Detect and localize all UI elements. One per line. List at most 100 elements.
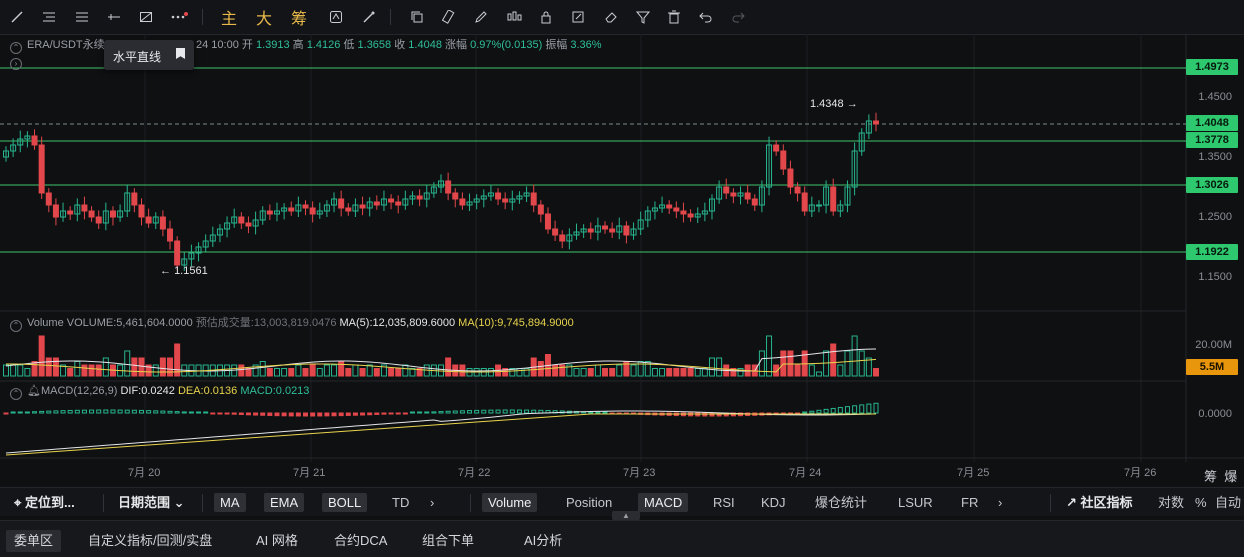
candle-body xyxy=(67,210,74,215)
macd-histogram-bar xyxy=(181,411,187,414)
lsur-indicator[interactable]: LSUR xyxy=(892,493,939,512)
parallel-lines-icon[interactable] xyxy=(71,6,93,28)
volume-bar xyxy=(616,364,623,377)
copy-icon[interactable] xyxy=(406,6,428,28)
shape-icon[interactable] xyxy=(135,6,157,28)
filter-icon[interactable] xyxy=(632,6,654,28)
tab-custom-indicators[interactable]: 自定义指标/回测/实盘 xyxy=(80,530,220,552)
ruler-icon[interactable] xyxy=(438,6,460,28)
volume-bar xyxy=(873,368,879,377)
horizontal-lines-icon[interactable] xyxy=(38,6,60,28)
undo-icon[interactable] xyxy=(695,6,717,28)
tab-combo-order[interactable]: 组合下单 xyxy=(414,530,482,552)
chip-distribution-toggle[interactable]: 筹 xyxy=(288,6,310,28)
chip-toggle[interactable]: 筹 xyxy=(1204,469,1217,484)
trash-icon[interactable] xyxy=(663,6,685,28)
redo-icon[interactable] xyxy=(727,6,749,28)
chevron-right-icon[interactable]: › xyxy=(992,493,1008,512)
volume-bar xyxy=(602,368,609,377)
tab-orders[interactable]: 委单区 xyxy=(6,530,62,552)
volume-bar xyxy=(666,368,673,377)
candle-body xyxy=(609,228,616,233)
fr-indicator[interactable]: FR xyxy=(955,493,984,512)
macd-histogram-bar xyxy=(295,412,301,417)
chevron-right-icon[interactable]: › xyxy=(424,493,440,512)
volume-bar xyxy=(680,368,687,377)
tab-ai-grid[interactable]: AI 网格 xyxy=(248,530,306,552)
level-label-5[interactable]: 1.1922 xyxy=(1186,244,1238,260)
macd-histogram-bar xyxy=(431,411,437,414)
log-scale-toggle[interactable]: 对数 xyxy=(1152,493,1190,512)
volume-bar xyxy=(124,350,131,377)
position-indicator[interactable]: Position xyxy=(560,493,618,512)
boll-indicator[interactable]: BOLL xyxy=(322,493,368,512)
volume-bar xyxy=(95,364,102,377)
main-indicator-toggle[interactable]: 主 xyxy=(218,6,240,28)
expand-icon[interactable]: › xyxy=(10,58,22,70)
change-value: 0.97%(0.0135) xyxy=(470,39,543,51)
liquidation-stats[interactable]: 爆仓统计 xyxy=(809,493,873,512)
level-label-3[interactable]: 1.3778 xyxy=(1186,132,1238,148)
macd-histogram-bar xyxy=(260,412,266,416)
more-tools-icon[interactable] xyxy=(168,6,190,28)
volume-bar xyxy=(88,364,95,377)
price-tick: 1.4500 xyxy=(1198,91,1232,103)
community-indicators[interactable]: ↗ 社区指标 xyxy=(1060,493,1139,512)
rsi-indicator[interactable]: RSI xyxy=(707,493,741,512)
level-label-4[interactable]: 1.3026 xyxy=(1186,177,1238,193)
macd-histogram-bar xyxy=(238,412,244,416)
ma-indicator[interactable]: MA xyxy=(214,493,246,512)
td-indicator[interactable]: TD xyxy=(386,493,415,512)
macd-value: MACD:0.0213 xyxy=(240,385,310,397)
volume-bar xyxy=(580,368,587,377)
candle-body xyxy=(537,204,544,215)
liquidation-toggle[interactable]: 爆 xyxy=(1224,469,1237,484)
volume-bar xyxy=(281,368,288,377)
candle-body xyxy=(673,207,680,212)
x-axis-label: 7月 26 xyxy=(1124,467,1157,479)
volume-bar xyxy=(81,364,88,377)
collapse-macd-icon[interactable]: ⌃ xyxy=(10,388,22,400)
lock-icon[interactable] xyxy=(535,6,557,28)
macd-histogram-bar xyxy=(438,411,444,414)
high-value: 1.4126 xyxy=(306,39,341,51)
volume-bar xyxy=(102,357,109,377)
alarm-icon[interactable]: 🔔︎ xyxy=(27,385,41,397)
ray-icon[interactable] xyxy=(103,6,125,28)
candle-style-icon[interactable] xyxy=(503,6,525,28)
macd-histogram-bar xyxy=(445,410,451,414)
macd-histogram-bar xyxy=(345,412,351,416)
tab-contract-dca[interactable]: 合约DCA xyxy=(326,530,395,552)
macd-histogram-bar xyxy=(188,411,194,414)
locate-button[interactable]: ⌖ 定位到... xyxy=(8,493,81,512)
replay-icon[interactable] xyxy=(325,6,347,28)
volume-bar xyxy=(31,361,38,377)
candle-body xyxy=(502,198,509,203)
brush-icon[interactable] xyxy=(358,6,380,28)
macd-histogram-bar xyxy=(53,410,59,414)
macd-histogram-bar xyxy=(32,411,38,414)
note-icon[interactable] xyxy=(567,6,589,28)
macd-indicator[interactable]: MACD xyxy=(638,493,689,512)
ema-indicator[interactable]: EMA xyxy=(264,493,305,512)
auto-scale-toggle[interactable]: 自动 xyxy=(1209,493,1244,512)
price-tick: 1.3500 xyxy=(1198,151,1232,163)
collapse-volume-icon[interactable]: ⌃ xyxy=(10,320,22,332)
date-range-button[interactable]: 日期范围 ⌄ xyxy=(112,493,191,512)
candle-body xyxy=(145,216,152,224)
trend-line-icon[interactable] xyxy=(6,6,28,28)
volume-indicator[interactable]: Volume xyxy=(482,493,538,512)
low-annotation: ← 1.1561 xyxy=(160,265,208,277)
tab-ai-analysis[interactable]: AI分析 xyxy=(516,530,570,552)
eraser-icon[interactable] xyxy=(600,6,622,28)
candle-body xyxy=(45,192,52,206)
big-order-toggle[interactable]: 大 xyxy=(253,6,275,28)
pen-icon[interactable] xyxy=(470,6,492,28)
collapse-icon[interactable]: ⌃ xyxy=(10,42,22,54)
level-label-1[interactable]: 1.4973 xyxy=(1186,59,1238,75)
kdj-indicator[interactable]: KDJ xyxy=(755,493,792,512)
macd-histogram-bar xyxy=(417,411,423,414)
bookmark-icon[interactable] xyxy=(176,48,185,59)
panel-resize-handle[interactable]: ▲ xyxy=(612,511,640,520)
macd-histogram-bar xyxy=(331,412,337,417)
